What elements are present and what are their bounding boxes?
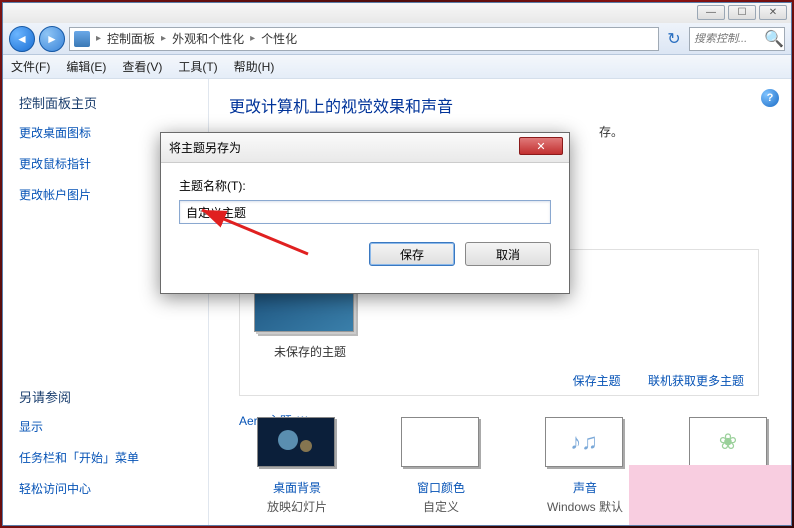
search-input[interactable] [694,33,764,45]
tile-name: 声音 [537,479,633,496]
save-theme-dialog: 将主题另存为 ✕ 主题名称(T): 保存 取消 [160,132,570,294]
menu-tools[interactable]: 工具(T) [178,58,217,75]
menu-view[interactable]: 查看(V) [122,58,162,75]
save-theme-link[interactable]: 保存主题 [573,374,621,388]
breadcrumb-item[interactable]: 控制面板 [107,30,155,47]
sidebar-link-display[interactable]: 显示 [19,418,192,435]
get-more-themes-link[interactable]: 联机获取更多主题 [648,374,744,388]
music-note-icon: ♪♫ [545,417,623,467]
menu-bar: 文件(F) 编辑(E) 查看(V) 工具(T) 帮助(H) [3,55,791,79]
search-box[interactable]: 🔍 [689,27,785,51]
screensaver-tile[interactable]: ❀ [689,417,769,471]
maximize-button[interactable]: ☐ [728,5,756,20]
refresh-button[interactable]: ↻ [663,28,685,50]
titlebar: — ☐ ✕ [3,3,791,23]
tile-sub: 自定义 [393,498,489,515]
dialog-titlebar: 将主题另存为 ✕ [161,133,569,163]
back-button[interactable]: ◄ [9,26,35,52]
help-icon[interactable]: ? [761,89,779,107]
theme-label: 未保存的主题 [274,343,744,360]
chevron-right-icon: ▸ [96,33,101,44]
search-icon[interactable]: 🔍 [764,29,780,49]
tile-name: 桌面背景 [249,479,345,496]
screensaver-icon: ❀ [689,417,767,467]
theme-name-input[interactable] [179,200,551,224]
desktop-background-tile[interactable] [257,417,337,471]
dialog-close-button[interactable]: ✕ [519,137,563,155]
minimize-button[interactable]: — [697,5,725,20]
sidebar-seealso-header: 另请参阅 [19,387,192,406]
breadcrumb-item[interactable]: 外观和个性化 [172,30,244,47]
menu-help[interactable]: 帮助(H) [234,58,275,75]
chevron-right-icon: ▸ [161,33,166,44]
breadcrumb-item[interactable]: 个性化 [261,30,297,47]
menu-file[interactable]: 文件(F) [11,58,50,75]
page-title: 更改计算机上的视觉效果和声音 [229,93,771,117]
window-color-tile[interactable] [401,417,481,471]
tile-name: 窗口颜色 [393,479,489,496]
window-close-button[interactable]: ✕ [759,5,787,20]
sidebar-header: 控制面板主页 [19,93,192,112]
sidebar-link-taskbar[interactable]: 任务栏和「开始」菜单 [19,449,192,466]
save-button[interactable]: 保存 [369,242,455,266]
truncated-text: 存。 [599,123,623,140]
sound-tile[interactable]: ♪♫ [545,417,625,471]
menu-edit[interactable]: 编辑(E) [66,58,106,75]
address-bar[interactable]: ▸ 控制面板 ▸ 外观和个性化 ▸ 个性化 [69,27,659,51]
forward-button[interactable]: ► [39,26,65,52]
dialog-title: 将主题另存为 [169,139,241,156]
nav-bar: ◄ ► ▸ 控制面板 ▸ 外观和个性化 ▸ 个性化 ↻ 🔍 [3,23,791,55]
tile-sub: 放映幻灯片 [249,498,345,515]
chevron-right-icon: ▸ [250,33,255,44]
overlay-patch [629,465,791,525]
control-panel-icon [74,31,90,47]
theme-name-label: 主题名称(T): [179,177,551,194]
sidebar-link-ease-of-access[interactable]: 轻松访问中心 [19,480,192,497]
cancel-button[interactable]: 取消 [465,242,551,266]
tile-sub: Windows 默认 [537,498,633,515]
